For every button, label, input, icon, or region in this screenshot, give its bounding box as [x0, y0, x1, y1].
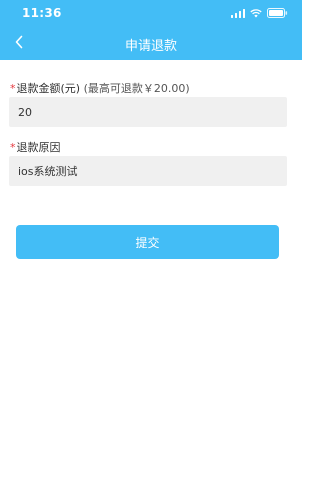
status-icons	[230, 8, 289, 18]
required-mark: *	[10, 141, 16, 154]
status-bar: 11:36	[0, 0, 302, 28]
refund-reason-input[interactable]	[9, 156, 287, 186]
nav-bar: 申请退款	[0, 30, 302, 58]
battery-icon	[267, 8, 288, 18]
status-time: 11:36	[22, 6, 62, 20]
wifi-icon	[250, 8, 262, 18]
refund-amount-label: *退款金额(元) (最高可退款￥20.00)	[10, 80, 190, 96]
refund-reason-label-text: 退款原因	[16, 141, 61, 154]
signal-icon	[230, 8, 245, 18]
refund-reason-label: *退款原因	[10, 139, 61, 155]
required-mark: *	[10, 82, 16, 95]
refund-amount-input[interactable]	[9, 97, 287, 127]
header: 11:36 申请退款	[0, 0, 302, 60]
submit-button[interactable]: 提交	[16, 225, 279, 259]
refund-amount-label-text: 退款金额(元)	[16, 82, 81, 95]
max-refund-hint: (最高可退款￥20.00)	[83, 82, 190, 95]
page-title: 申请退款	[124, 39, 177, 54]
refund-request-screen: 11:36 申请退款 *退款金额(元) (最高可退款￥20.00) 20 *退款…	[0, 0, 302, 485]
